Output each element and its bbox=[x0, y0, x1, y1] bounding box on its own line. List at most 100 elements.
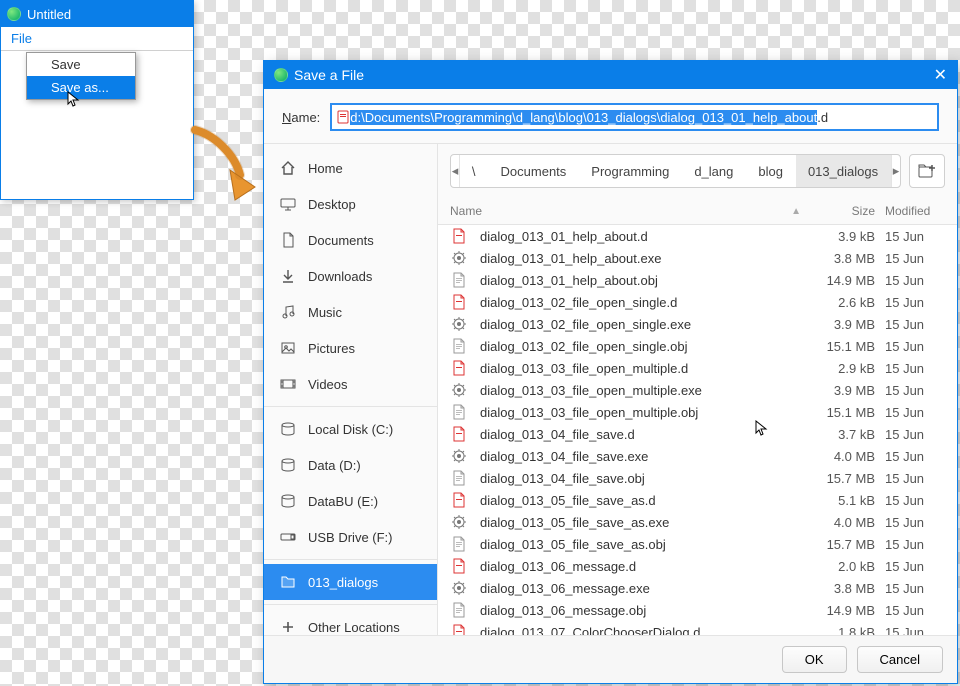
file-row[interactable]: dialog_013_04_file_save.exe4.0 MB15 Jun bbox=[438, 445, 957, 467]
breadcrumb-segment[interactable]: \ bbox=[460, 155, 489, 187]
file-modified: 15 Jun bbox=[885, 427, 957, 442]
file-name: dialog_013_04_file_save.obj bbox=[480, 471, 815, 486]
close-icon[interactable]: ✕ bbox=[934, 65, 947, 85]
menubar: File bbox=[1, 27, 193, 51]
sidebar-item-local-disk-c-[interactable]: Local Disk (C:) bbox=[264, 411, 437, 447]
file-d-icon bbox=[450, 557, 468, 575]
sidebar-item-desktop[interactable]: Desktop bbox=[264, 186, 437, 222]
file-size: 1.8 kB bbox=[815, 625, 885, 636]
file-row[interactable]: dialog_013_07_ColorChooserDialog.d1.8 kB… bbox=[438, 621, 957, 635]
file-name: dialog_013_01_help_about.obj bbox=[480, 273, 815, 288]
file-size: 3.9 kB bbox=[815, 229, 885, 244]
disk-icon bbox=[280, 421, 296, 437]
sidebar-item-013-dialogs[interactable]: 013_dialogs bbox=[264, 564, 437, 600]
file-obj-icon bbox=[450, 337, 468, 355]
file-row[interactable]: dialog_013_03_file_open_multiple.obj15.1… bbox=[438, 401, 957, 423]
menu-file[interactable]: File bbox=[5, 29, 38, 48]
sidebar-item-music[interactable]: Music bbox=[264, 294, 437, 330]
app-title-text: Untitled bbox=[27, 7, 71, 22]
breadcrumb-back-button[interactable]: ◂ bbox=[451, 155, 460, 187]
file-row[interactable]: dialog_013_06_message.exe3.8 MB15 Jun bbox=[438, 577, 957, 599]
file-list[interactable]: dialog_013_01_help_about.d3.9 kB15 Jundi… bbox=[438, 225, 957, 635]
file-row[interactable]: dialog_013_05_file_save_as.obj15.7 MB15 … bbox=[438, 533, 957, 555]
app-icon bbox=[7, 7, 21, 21]
file-row[interactable]: dialog_013_01_help_about.d3.9 kB15 Jun bbox=[438, 225, 957, 247]
sidebar-item-label: USB Drive (F:) bbox=[308, 530, 393, 545]
file-size: 5.1 kB bbox=[815, 493, 885, 508]
file-obj-icon bbox=[450, 403, 468, 421]
file-row[interactable]: dialog_013_03_file_open_multiple.d2.9 kB… bbox=[438, 357, 957, 379]
breadcrumb-segment[interactable]: d_lang bbox=[682, 155, 746, 187]
annotation-arrow-icon bbox=[185, 125, 265, 205]
sidebar-item-other-locations[interactable]: Other Locations bbox=[264, 609, 437, 635]
breadcrumb-forward-button[interactable]: ▸ bbox=[891, 155, 900, 187]
file-name: dialog_013_04_file_save.exe bbox=[480, 449, 815, 464]
file-obj-icon bbox=[450, 601, 468, 619]
dialog-titlebar[interactable]: Save a File ✕ bbox=[264, 61, 957, 89]
file-size: 15.1 MB bbox=[815, 339, 885, 354]
file-name: dialog_013_06_message.d bbox=[480, 559, 815, 574]
disk-icon bbox=[280, 493, 296, 509]
app-titlebar[interactable]: Untitled bbox=[1, 1, 193, 27]
sidebar-item-data-d-[interactable]: Data (D:) bbox=[264, 447, 437, 483]
file-name: dialog_013_02_file_open_single.exe bbox=[480, 317, 815, 332]
file-size: 2.6 kB bbox=[815, 295, 885, 310]
file-row[interactable]: dialog_013_02_file_open_single.d2.6 kB15… bbox=[438, 291, 957, 313]
file-d-icon bbox=[450, 359, 468, 377]
column-header-modified[interactable]: Modified bbox=[885, 204, 957, 218]
file-row[interactable]: dialog_013_02_file_open_single.obj15.1 M… bbox=[438, 335, 957, 357]
sidebar-item-pictures[interactable]: Pictures bbox=[264, 330, 437, 366]
column-header-name[interactable]: Name ▲ bbox=[450, 204, 815, 218]
file-row[interactable]: dialog_013_01_help_about.obj14.9 MB15 Ju… bbox=[438, 269, 957, 291]
file-name: dialog_013_06_message.obj bbox=[480, 603, 815, 618]
sidebar-item-home[interactable]: Home bbox=[264, 150, 437, 186]
sidebar-item-videos[interactable]: Videos bbox=[264, 366, 437, 402]
sidebar-item-label: Home bbox=[308, 161, 343, 176]
sidebar-item-label: Pictures bbox=[308, 341, 355, 356]
cancel-button[interactable]: Cancel bbox=[857, 646, 943, 673]
file-name: dialog_013_01_help_about.d bbox=[480, 229, 815, 244]
file-name: dialog_013_06_message.exe bbox=[480, 581, 815, 596]
video-icon bbox=[280, 376, 296, 392]
file-row[interactable]: dialog_013_04_file_save.obj15.7 MB15 Jun bbox=[438, 467, 957, 489]
file-row[interactable]: dialog_013_01_help_about.exe3.8 MB15 Jun bbox=[438, 247, 957, 269]
breadcrumb-segment[interactable]: Programming bbox=[579, 155, 682, 187]
file-size: 3.8 MB bbox=[815, 581, 885, 596]
file-modified: 15 Jun bbox=[885, 383, 957, 398]
file-size: 3.7 kB bbox=[815, 427, 885, 442]
file-row[interactable]: dialog_013_06_message.obj14.9 MB15 Jun bbox=[438, 599, 957, 621]
ok-button[interactable]: OK bbox=[782, 646, 847, 673]
breadcrumb-segment[interactable]: blog bbox=[746, 155, 796, 187]
doc-icon bbox=[280, 232, 296, 248]
breadcrumb-segment[interactable]: 013_dialogs bbox=[796, 155, 891, 187]
sidebar-item-usb-drive-f-[interactable]: USB Drive (F:) bbox=[264, 519, 437, 555]
file-row[interactable]: dialog_013_06_message.d2.0 kB15 Jun bbox=[438, 555, 957, 577]
file-name: dialog_013_03_file_open_multiple.exe bbox=[480, 383, 815, 398]
filename-input[interactable]: d:\Documents\Programming\d_lang\blog\013… bbox=[330, 103, 939, 131]
sidebar-item-label: Documents bbox=[308, 233, 374, 248]
file-modified: 15 Jun bbox=[885, 471, 957, 486]
breadcrumb-row: ◂ \DocumentsProgrammingd_langblog013_dia… bbox=[438, 144, 957, 198]
sidebar-item-documents[interactable]: Documents bbox=[264, 222, 437, 258]
file-row[interactable]: dialog_013_05_file_save_as.exe4.0 MB15 J… bbox=[438, 511, 957, 533]
file-row[interactable]: dialog_013_03_file_open_multiple.exe3.9 … bbox=[438, 379, 957, 401]
sidebar-item-label: 013_dialogs bbox=[308, 575, 378, 590]
places-sidebar: Home Desktop Documents DownloadsMusic Pictur… bbox=[264, 144, 438, 635]
menu-item-save[interactable]: Save bbox=[27, 53, 135, 76]
sidebar-item-databu-e-[interactable]: DataBU (E:) bbox=[264, 483, 437, 519]
dialog-title-text: Save a File bbox=[294, 67, 364, 83]
breadcrumb-segment[interactable]: Documents bbox=[489, 155, 580, 187]
file-row[interactable]: dialog_013_04_file_save.d3.7 kB15 Jun bbox=[438, 423, 957, 445]
menu-item-save-as[interactable]: Save as... bbox=[27, 76, 135, 99]
file-row[interactable]: dialog_013_05_file_save_as.d5.1 kB15 Jun bbox=[438, 489, 957, 511]
new-folder-icon bbox=[918, 163, 936, 179]
new-folder-button[interactable] bbox=[909, 154, 945, 188]
dialog-button-row: OK Cancel bbox=[264, 635, 957, 683]
file-modified: 15 Jun bbox=[885, 625, 957, 636]
column-header-size[interactable]: Size bbox=[815, 204, 885, 218]
file-name: dialog_013_05_file_save_as.obj bbox=[480, 537, 815, 552]
file-d-icon bbox=[450, 623, 468, 635]
sidebar-item-downloads[interactable]: Downloads bbox=[264, 258, 437, 294]
file-type-icon bbox=[336, 110, 350, 124]
file-row[interactable]: dialog_013_02_file_open_single.exe3.9 MB… bbox=[438, 313, 957, 335]
